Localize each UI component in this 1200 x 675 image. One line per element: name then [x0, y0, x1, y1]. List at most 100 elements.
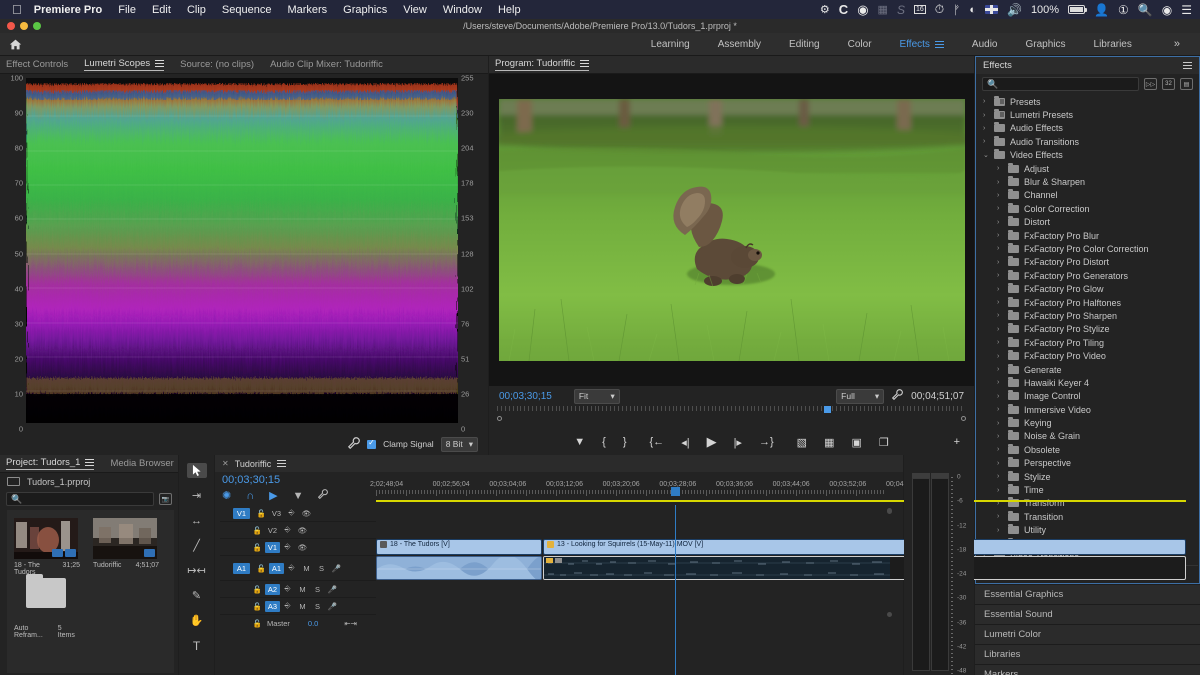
effects-tree-item[interactable]: › Keying — [977, 416, 1198, 429]
snap-icon[interactable]: ∩ — [246, 490, 254, 502]
timeline-clip-tudors-audio[interactable] — [376, 556, 542, 580]
project-search-input[interactable]: 🔍 — [6, 492, 154, 506]
voiceover-icon[interactable]: 🎤 — [329, 564, 344, 573]
battery-icon[interactable] — [1068, 5, 1088, 14]
workspace-graphics[interactable]: Graphics — [1012, 39, 1080, 50]
timeline-clip-squirrels-video[interactable]: 13 - Looking for Squirrels (15-May-11).M… — [543, 539, 1186, 555]
volume-icon[interactable]: 🔊 — [1007, 3, 1022, 17]
workspace-effects[interactable]: Effects — [886, 39, 958, 50]
track-name-v3[interactable]: V3 — [269, 509, 284, 518]
chevron-right-icon[interactable]: › — [997, 232, 1003, 239]
sync-lock-icon[interactable]: ⎆ — [280, 542, 295, 552]
export-frame-icon[interactable]: ▣ — [851, 436, 861, 449]
timeline-playhead-line[interactable] — [675, 505, 676, 675]
sync-lock-icon[interactable]: ⎆ — [284, 508, 299, 518]
chevron-right-icon[interactable]: › — [997, 353, 1003, 360]
step-forward-icon[interactable]: |▸ — [734, 436, 742, 449]
track-header-a3[interactable]: 🔓 A3 ⎆ M S 🎤 — [220, 598, 376, 615]
effects-tree-item[interactable]: › Channel — [977, 189, 1198, 202]
chevron-down-icon[interactable]: ⌄ — [983, 151, 989, 159]
hand-tool-icon[interactable]: ✋ — [187, 613, 207, 628]
grid-icon[interactable]: ▦ — [878, 3, 888, 16]
bluetooth-icon[interactable]: ᚠ — [953, 3, 960, 17]
type-tool-icon[interactable]: T — [187, 638, 207, 653]
menu-window[interactable]: Window — [443, 4, 482, 16]
chevron-right-icon[interactable]: › — [997, 460, 1003, 467]
chevron-right-icon[interactable]: › — [997, 473, 1003, 480]
ycbcr-icon[interactable]: ▤ — [1180, 78, 1193, 90]
effects-tree-item[interactable]: › FxFactory Pro Tiling — [977, 336, 1198, 349]
effects-tree-item[interactable]: › Adjust — [977, 162, 1198, 175]
target-track-a1-badge[interactable]: A1 — [233, 562, 250, 574]
user-icon[interactable]: 👤 — [1094, 3, 1109, 17]
timeline-clip-squirrels-audio[interactable] — [543, 556, 1186, 580]
lock-icon[interactable]: 🔓 — [250, 619, 265, 628]
clock-icon[interactable]: ⏱︎ — [935, 2, 944, 17]
effects-tree-item[interactable]: › FxFactory Pro Generators — [977, 269, 1198, 282]
info-icon[interactable]: ① — [1118, 3, 1129, 17]
chrome-c-icon[interactable]: C — [839, 2, 848, 17]
effects-tree-item[interactable]: › FxFactory Pro Halftones — [977, 296, 1198, 309]
32-bit-color-icon[interactable]: 32 — [1162, 78, 1175, 90]
add-marker-icon[interactable]: ▼ — [293, 490, 304, 502]
menu-clip[interactable]: Clip — [187, 4, 206, 16]
master-volume-value[interactable]: 0.0 — [308, 619, 318, 628]
effects-tree-item[interactable]: › Presets — [977, 95, 1198, 108]
cd-icon[interactable]: ◉ — [857, 2, 868, 18]
tab-audio-clip-mixer[interactable]: Audio Clip Mixer: Tudoriffic — [270, 59, 383, 70]
menu-view[interactable]: View — [403, 4, 427, 16]
chevron-right-icon[interactable]: › — [997, 165, 1003, 172]
lift-icon[interactable]: ▧ — [797, 436, 807, 449]
mute-track-button[interactable]: M — [295, 585, 310, 594]
freeform-view-icon[interactable]: 📷 — [159, 493, 172, 505]
chevron-right-icon[interactable]: › — [997, 205, 1003, 212]
effects-tree-item[interactable]: › FxFactory Pro Color Correction — [977, 242, 1198, 255]
chevron-right-icon[interactable]: › — [997, 245, 1003, 252]
chevron-right-icon[interactable]: › — [983, 138, 989, 145]
chevron-right-icon[interactable]: › — [997, 179, 1003, 186]
project-item-auto-reframe-bin[interactable]: Auto Refram... 5 Items — [14, 572, 84, 639]
slip-tool-icon[interactable]: ↦↤ — [187, 563, 207, 578]
uk-flag-icon[interactable] — [984, 5, 998, 14]
track-name-v1[interactable]: V1 — [265, 541, 280, 553]
panel-menu-icon[interactable] — [155, 60, 165, 67]
workspace-overflow-icon[interactable]: » — [1146, 38, 1194, 50]
tab-program-monitor[interactable]: Program: Tudoriffic — [495, 58, 590, 71]
scope-body[interactable]: 100 90 80 70 60 50 40 30 20 10 0 255 230 204 178 153 12… — [0, 74, 488, 434]
apple-logo-icon[interactable]:  — [12, 3, 22, 16]
chevron-right-icon[interactable]: › — [983, 125, 989, 132]
program-current-time[interactable]: 00;03;30;15 — [499, 391, 552, 402]
lock-icon[interactable]: 🔓 — [250, 543, 265, 552]
workspace-learning[interactable]: Learning — [637, 39, 704, 50]
effects-tree-item[interactable]: › Lumetri Presets — [977, 108, 1198, 121]
track-header-v2[interactable]: 🔓 V2 ⎆ 👁 — [220, 522, 376, 539]
menu-graphics[interactable]: Graphics — [343, 4, 387, 16]
chevron-right-icon[interactable]: › — [997, 433, 1003, 440]
solo-track-button[interactable]: S — [310, 602, 325, 611]
project-item-tudoriffic[interactable]: Tudoriffic 4;51;07 — [93, 518, 163, 569]
solo-track-button[interactable]: S — [310, 585, 325, 594]
panel-menu-icon[interactable] — [1183, 62, 1192, 69]
bit-depth-select[interactable]: 8 Bit ▾ — [440, 436, 478, 452]
project-item-tudors[interactable]: 18 - The Tudors 31;25 — [14, 518, 84, 576]
chevron-right-icon[interactable]: › — [997, 286, 1003, 293]
program-scrubber[interactable] — [497, 406, 966, 421]
go-to-in-icon[interactable]: {← — [650, 436, 665, 448]
effects-tree-item[interactable]: › FxFactory Pro Stylize — [977, 323, 1198, 336]
lock-icon[interactable]: 🔓 — [254, 564, 269, 573]
tab-lumetri-scopes[interactable]: Lumetri Scopes — [84, 58, 165, 71]
home-icon[interactable] — [0, 38, 30, 51]
effects-tree-item[interactable]: › Distort — [977, 216, 1198, 229]
workspace-menu-icon[interactable] — [934, 40, 944, 48]
chevron-right-icon[interactable]: › — [997, 379, 1003, 386]
add-marker-icon[interactable]: ▼ — [574, 436, 585, 448]
target-track-v1-badge[interactable]: V1 — [233, 507, 250, 519]
tab-source-monitor[interactable]: Source: (no clips) — [180, 59, 254, 70]
chevron-right-icon[interactable]: › — [997, 219, 1003, 226]
extract-icon[interactable]: ▦ — [824, 436, 834, 449]
zoom-level-select[interactable]: Fit ▾ — [573, 388, 620, 404]
track-name-v2[interactable]: V2 — [265, 526, 280, 535]
sync-lock-icon[interactable]: ⎆ — [280, 584, 295, 594]
timeline-vertical-scrollbar[interactable] — [887, 508, 892, 514]
track-header-master[interactable]: 🔓 Master 0.0 ⇤⇥ — [220, 615, 376, 631]
